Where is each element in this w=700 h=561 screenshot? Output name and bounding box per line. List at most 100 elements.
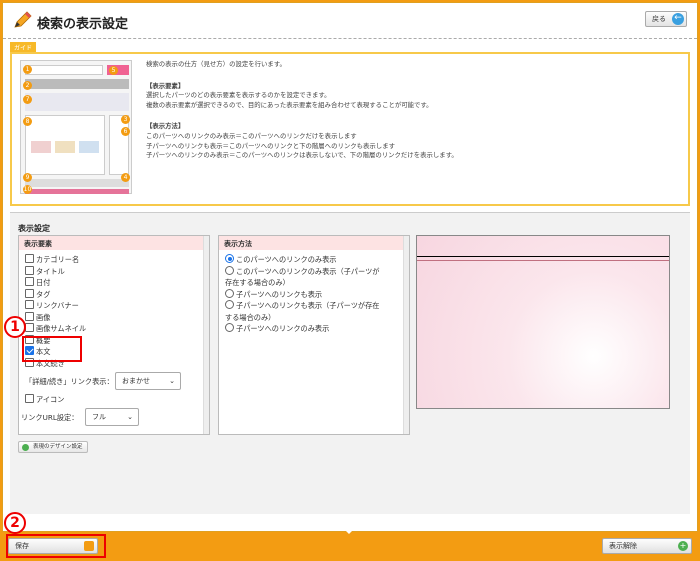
checkbox-item[interactable]: 概要 [25,334,51,346]
checkbox-item[interactable]: 画像サムネイル [25,323,86,334]
checkbox-label: 画像 [36,312,51,322]
layout-thumbnail: 1 2 3 4 5 6 7 8 9 10 [20,60,132,194]
radio-label: 子パーツへのリンクも表示（子パーツが存在 [236,301,380,310]
checkbox[interactable] [25,277,34,286]
checkbox-item-body[interactable]: 本文 [25,346,50,357]
checkbox[interactable] [25,334,34,344]
settings-title: 表示設定 [18,224,50,233]
chevron-down-icon: ⌄ [169,377,175,385]
guide-intro: 検索の表示の仕方（見せ方）の設定を行います。 [146,60,286,68]
back-button[interactable]: 戻る ← [645,11,687,27]
guide-line: 選択したパーツのどの表示要素を表示するのかを設定できます。 [146,91,331,100]
marker-num: 5 [109,66,118,75]
checkbox-item[interactable]: タグ [25,288,51,300]
marker-num: 9 [23,173,32,182]
method-header: 表示方法 [219,236,409,250]
arrow-left-icon: ← [672,13,684,25]
checkbox-item[interactable]: タイトル [25,265,65,277]
lock-icon [84,541,94,551]
checkbox[interactable] [25,265,34,275]
checkbox-label: カテゴリー名 [36,255,80,264]
url-setting-value: フル [92,413,106,421]
checkbox-item-icon[interactable]: アイコン [25,394,64,405]
radio-label: このパーツへのリンクのみ表示（子パーツが [236,266,380,276]
detail-link-value: おまかせ [122,377,150,385]
radio[interactable] [225,323,234,332]
footer-notch [344,529,354,534]
marker-num: 7 [23,95,32,104]
checkbox-label: 画像サムネイル [36,324,87,333]
url-setting-label: リンクURL設定： [21,413,79,422]
design-preview [416,235,670,409]
checkbox[interactable] [25,394,34,403]
save-label: 保存 [15,542,29,550]
radio-item[interactable]: 子パーツへのリンクも表示（子パーツが存在 [225,300,379,311]
marker-num: 6 [121,127,130,136]
annotation-marker-2: 2 [4,512,26,534]
method-panel: 表示方法 このパーツへのリンクのみ表示 このパーツへのリンクのみ表示（子パーツが… [218,235,410,435]
checkbox[interactable] [25,357,34,367]
guide-heading-elements: 【表示要素】 [146,81,185,90]
marker-num: 2 [23,81,32,90]
checkbox[interactable] [25,300,34,309]
radio-label: 子パーツへのリンクのみ表示 [236,324,330,333]
marker-num: 4 [121,173,130,182]
checkbox-label: 本文続き [36,358,65,368]
checkbox-label: 日付 [36,278,51,287]
guide-line: 複数の表示要素が選択できるので、目的にあった表示要素を組み合わせて表現することが… [146,100,433,109]
radio[interactable] [225,288,234,298]
back-label: 戻る [652,15,666,23]
checkbox-label: タグ [36,289,51,299]
checkbox-label: 本文 [36,347,51,356]
scrollbar[interactable] [203,236,209,434]
marker-num: 1 [23,65,32,74]
checkbox-item[interactable]: 日付 [25,277,50,288]
radio-label: 子パーツへのリンクも表示 [236,289,323,299]
checkbox-item[interactable]: カテゴリー名 [25,254,79,265]
guide-text: 検索の表示の仕方（見せ方）の設定を行います。 【表示要素】 選択したパーツのどの… [146,60,686,161]
detail-link-label: 「詳細/続き」リンク表示： [25,377,114,386]
radio-selected[interactable] [225,254,234,263]
scrollbar[interactable] [403,236,409,434]
radio[interactable] [225,300,234,309]
page-header: 検索の表示設定 戻る ← [3,3,697,39]
radio-item[interactable]: 子パーツへのリンクのみ表示 [225,323,329,334]
checkbox-item[interactable]: リンクバナー [25,300,79,311]
guide-line: 子パーツへのリンクも表示＝このパーツへのリンクと下の階層へのリンクも表示します [146,141,395,150]
radio-item[interactable]: 子パーツへのリンクも表示 [225,288,323,300]
design-settings-button[interactable]: 表現のデザイン設定 [18,441,88,453]
plus-circle-icon: + [678,541,688,551]
page-title: 検索の表示設定 [37,17,129,32]
settings-section: 表示設定 表示要素 カテゴリー名 タイトル 日付 タグ リンクバナー 画像 画像… [10,212,690,514]
marker-num: 10 [23,185,32,194]
design-settings-label: 表現のデザイン設定 [33,444,83,450]
detail-link-select[interactable]: おまかせ ⌄ [115,372,181,390]
checkbox[interactable] [25,254,34,263]
radio-item[interactable]: このパーツへのリンクのみ表示 [225,254,336,265]
checkbox-label: 概要 [36,335,51,345]
guide-panel: 1 2 3 4 5 6 7 8 9 10 検索の表示の仕方（見せ方）の設定を行い… [10,52,690,206]
checkbox-label: タイトル [36,266,65,276]
chevron-down-icon: ⌄ [127,413,133,421]
checkbox[interactable] [25,288,34,298]
radio-label: このパーツへのリンクのみ表示 [236,255,337,264]
marker-num: 8 [23,117,32,126]
radio-item[interactable]: このパーツへのリンクのみ表示（子パーツが [225,265,380,277]
checkbox-checked[interactable] [25,346,34,355]
checkbox-item[interactable]: 本文続き [25,357,65,369]
pencil-icon [14,11,32,28]
checkbox-item[interactable]: 画像 [25,311,51,323]
radio[interactable] [225,265,234,275]
annotation-marker-1: 1 [4,316,26,338]
checkbox[interactable] [25,323,34,332]
save-button[interactable]: 保存 [8,538,98,554]
unset-display-button[interactable]: 表示解除 + [602,538,692,554]
radio-label-cont: する場合のみ） [225,312,276,322]
guide-heading-method: 【表示方法】 [146,122,185,131]
guide-line: 子パーツへのリンクのみ表示＝このパーツへのリンクは表示しないで、下の階層のリンク… [146,151,458,160]
guide-line: このパーツへのリンクのみ表示＝このパーツへのリンクだけを表示します [146,131,357,140]
checkbox[interactable] [25,311,34,321]
unset-label: 表示解除 [609,542,637,550]
url-setting-select[interactable]: フル ⌄ [85,408,139,426]
radio-label-cont: 存在する場合のみ） [225,278,290,287]
